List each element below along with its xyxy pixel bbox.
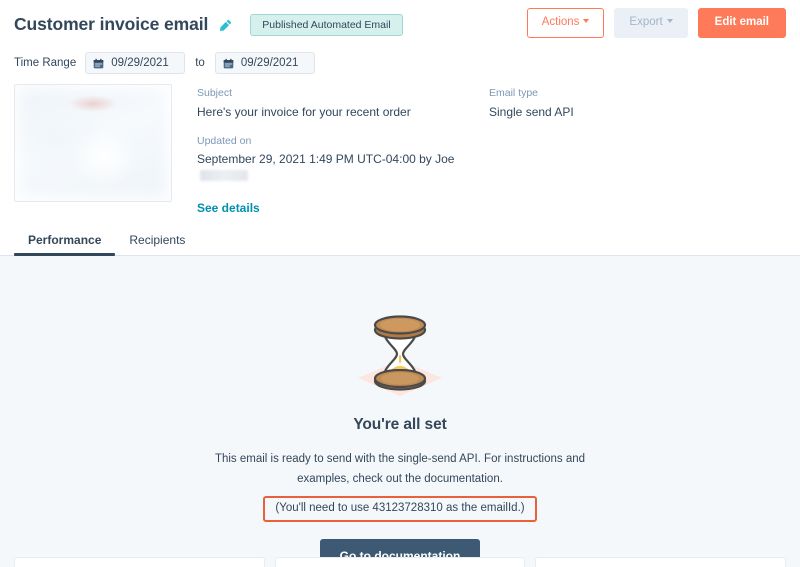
email-detail-strip: Subject Here's your invoice for your rec…	[0, 72, 800, 217]
empty-state: You're all set This email is ready to se…	[0, 256, 800, 567]
empty-state-title: You're all set	[353, 416, 447, 433]
subject-field: Subject Here's your invoice for your rec…	[197, 87, 489, 120]
calendar-icon	[93, 58, 104, 69]
actions-button-label: Actions	[541, 16, 580, 28]
updated-on-value-row: September 29, 2021 1:49 PM UTC-04:00 by …	[197, 151, 489, 183]
empty-state-body: This email is ready to send with the sin…	[214, 453, 586, 486]
end-date-input[interactable]: 09/29/2021	[214, 52, 315, 74]
start-date-input[interactable]: 09/29/2021	[85, 52, 186, 74]
tab-performance[interactable]: Performance	[14, 234, 116, 256]
actions-button[interactable]: Actions	[526, 8, 605, 38]
email-details-page: Customer invoice email Published Automat…	[0, 0, 800, 567]
hourglass-illustration	[0, 308, 800, 400]
export-button-label: Export	[629, 16, 663, 28]
email-type-label: Email type	[489, 87, 539, 99]
date-separator-label: to	[195, 57, 205, 69]
pencil-icon[interactable]	[219, 19, 232, 32]
chevron-down-icon	[583, 18, 590, 23]
tab-recipients[interactable]: Recipients	[115, 234, 199, 255]
chevron-down-icon	[666, 18, 673, 23]
subject-value: Here's your invoice for your recent orde…	[197, 104, 411, 119]
email-type-field: Email type Single send API	[489, 87, 786, 120]
see-details-link[interactable]: See details	[197, 201, 260, 215]
tab-content-performance: You're all set This email is ready to se…	[0, 256, 800, 567]
end-date-value: 09/29/2021	[240, 57, 299, 69]
email-preview-thumbnail[interactable]	[14, 84, 172, 202]
status-badge: Published Automated Email	[250, 13, 403, 37]
emailid-callout: (You'll need to use 43123728310 as the e…	[263, 496, 537, 523]
bottom-card	[274, 557, 526, 567]
email-detail-columns: Subject Here's your invoice for your rec…	[172, 84, 786, 217]
page-header: Customer invoice email Published Automat…	[0, 0, 800, 256]
email-detail-side-column: Email type Single send API	[489, 87, 786, 217]
subject-label: Subject	[197, 87, 233, 99]
header-actions: Actions Export Edit email	[526, 8, 786, 38]
page-title: Customer invoice email	[14, 14, 209, 35]
updated-on-value: September 29, 2021 1:49 PM UTC-04:00 by …	[197, 152, 455, 167]
bottom-card	[14, 557, 265, 567]
start-date-value: 09/29/2021	[111, 57, 169, 69]
edit-email-button[interactable]: Edit email	[697, 8, 786, 38]
email-detail-main-column: Subject Here's your invoice for your rec…	[197, 87, 489, 217]
bottom-card	[535, 557, 787, 567]
time-range-label: Time Range	[14, 57, 77, 69]
time-range-row: Time Range 09/29/2021 to 09/29/2021	[0, 40, 800, 74]
updated-on-field: Updated on September 29, 2021 1:49 PM UT…	[197, 135, 489, 184]
calendar-icon	[223, 58, 234, 69]
export-button[interactable]: Export	[614, 8, 688, 38]
updated-on-label: Updated on	[197, 134, 252, 147]
email-type-value: Single send API	[489, 104, 574, 119]
bottom-card-strip	[14, 557, 787, 567]
tab-bar: Performance Recipients	[0, 218, 800, 256]
redacted-user-lastname	[200, 169, 248, 181]
